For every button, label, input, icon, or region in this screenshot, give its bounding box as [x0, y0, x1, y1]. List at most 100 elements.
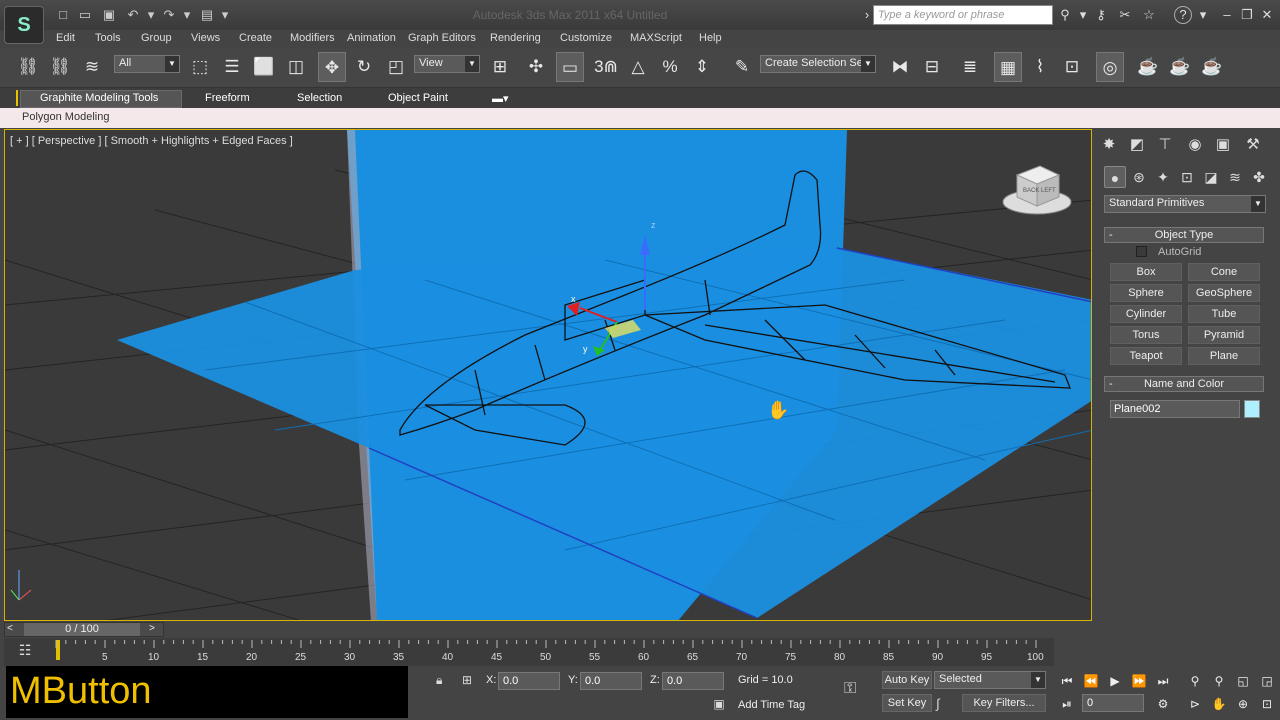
- utilities-panel-tab-icon[interactable]: ⚒: [1242, 134, 1264, 156]
- save-icon[interactable]: ▣: [100, 6, 118, 24]
- render-setup-icon[interactable]: ☕: [1134, 52, 1162, 82]
- menu-views[interactable]: Views: [191, 32, 220, 44]
- spinner-snap-icon[interactable]: ⇕: [688, 52, 716, 82]
- redo-icon[interactable]: ↷: [160, 6, 178, 24]
- pivot-center-icon[interactable]: ⊞: [486, 52, 514, 82]
- play-icon[interactable]: ▶: [1104, 671, 1126, 691]
- selection-lock-icon[interactable]: 🔒︎: [436, 673, 442, 688]
- tab-freeform[interactable]: Freeform: [205, 92, 250, 104]
- pyramid-button[interactable]: Pyramid: [1188, 326, 1260, 344]
- perspective-viewport[interactable]: z x y ✋ BACK LEFT: [4, 129, 1092, 621]
- systems-category-icon[interactable]: ✤: [1248, 166, 1270, 188]
- z-coordinate-field[interactable]: 0.0: [662, 672, 724, 690]
- rendered-frame-window-icon[interactable]: ☕: [1166, 52, 1194, 82]
- menu-create[interactable]: Create: [239, 32, 272, 44]
- undo-icon[interactable]: ↶: [124, 6, 142, 24]
- material-editor-icon[interactable]: ◎: [1096, 52, 1124, 82]
- selection-filter-dropdown[interactable]: All ▼: [114, 55, 180, 73]
- menu-maxscript[interactable]: MAXScript: [630, 32, 682, 44]
- autogrid-checkbox[interactable]: [1136, 246, 1147, 257]
- app-logo-button[interactable]: S: [4, 6, 44, 44]
- menu-edit[interactable]: Edit: [56, 32, 75, 44]
- time-slider-thumb[interactable]: 0 / 100: [24, 623, 140, 636]
- previous-frame-icon[interactable]: ⏪: [1080, 671, 1102, 691]
- subscription-key-icon[interactable]: ⚷: [1092, 6, 1110, 24]
- object-type-rollout[interactable]: - Object Type: [1104, 227, 1264, 243]
- reference-coordinate-dropdown[interactable]: View ▼: [414, 55, 480, 73]
- plane-button[interactable]: Plane: [1188, 347, 1260, 365]
- space-warps-category-icon[interactable]: ≋: [1224, 166, 1246, 188]
- time-slider-next-icon[interactable]: >: [149, 623, 155, 634]
- menu-modifiers[interactable]: Modifiers: [290, 32, 335, 44]
- geometry-category-icon[interactable]: ●: [1104, 166, 1126, 188]
- angle-snap-icon[interactable]: △: [624, 52, 652, 82]
- redo-dropdown-icon[interactable]: ▾: [178, 6, 196, 24]
- close-icon[interactable]: ✕: [1258, 6, 1276, 24]
- viewcube[interactable]: BACK LEFT: [1002, 165, 1072, 215]
- default-tangents-icon[interactable]: ∫: [936, 696, 940, 711]
- render-production-icon[interactable]: ☕: [1198, 52, 1226, 82]
- select-by-name-icon[interactable]: ☰: [218, 52, 246, 82]
- graphite-modeling-toggle-icon[interactable]: ▦: [994, 52, 1022, 82]
- set-key-mode-key-icon[interactable]: ⚿: [844, 680, 856, 698]
- object-color-swatch[interactable]: [1244, 400, 1260, 418]
- open-mini-curve-editor-icon[interactable]: ☷: [14, 642, 36, 662]
- maximize-viewport-icon[interactable]: ⊡: [1256, 694, 1278, 714]
- edit-named-selection-icon[interactable]: ✎: [728, 52, 756, 82]
- pan-view-icon[interactable]: ✋: [1208, 694, 1230, 714]
- favorites-star-icon[interactable]: ☆: [1140, 6, 1158, 24]
- menu-group[interactable]: Group: [141, 32, 172, 44]
- select-and-manipulate-icon[interactable]: ✣: [522, 52, 550, 82]
- geosphere-button[interactable]: GeoSphere: [1188, 284, 1260, 302]
- align-icon[interactable]: ⊟: [918, 52, 946, 82]
- tab-selection[interactable]: Selection: [297, 92, 342, 104]
- next-frame-icon[interactable]: ⏩: [1128, 671, 1150, 691]
- key-filters-button[interactable]: Key Filters...: [962, 694, 1046, 712]
- select-object-icon[interactable]: ⬚: [186, 52, 214, 82]
- minimize-icon[interactable]: –: [1218, 6, 1236, 24]
- mirror-icon[interactable]: ⧓: [886, 52, 914, 82]
- curve-editor-icon[interactable]: ⌇: [1026, 52, 1054, 82]
- set-key-button[interactable]: Set Key: [882, 694, 932, 712]
- field-of-view-icon[interactable]: ⊳: [1184, 694, 1206, 714]
- cameras-category-icon[interactable]: ⊡: [1176, 166, 1198, 188]
- menu-customize[interactable]: Customize: [560, 32, 612, 44]
- hierarchy-panel-tab-icon[interactable]: ⊤: [1154, 134, 1176, 156]
- search-dropdown-icon[interactable]: ▾: [1074, 6, 1092, 24]
- tube-button[interactable]: Tube: [1188, 305, 1260, 323]
- go-to-start-icon[interactable]: ⏮: [1056, 671, 1078, 691]
- auto-key-button[interactable]: Auto Key: [882, 671, 932, 689]
- time-configuration-icon[interactable]: ⚙: [1152, 694, 1174, 714]
- menu-rendering[interactable]: Rendering: [490, 32, 541, 44]
- zoom-extents-icon[interactable]: ◱: [1232, 671, 1254, 691]
- menu-animation[interactable]: Animation: [347, 32, 396, 44]
- time-slider-prev-icon[interactable]: <: [7, 623, 13, 634]
- rectangular-selection-icon[interactable]: ⬜: [250, 52, 278, 82]
- unlink-selection-icon[interactable]: ⛓: [46, 52, 74, 82]
- viewport-label[interactable]: [ + ] [ Perspective ] [ Smooth + Highlig…: [10, 135, 293, 147]
- layer-manager-icon[interactable]: ≣: [956, 52, 984, 82]
- menu-graph-editors[interactable]: Graph Editors: [408, 32, 476, 44]
- communication-center-icon[interactable]: ✂: [1116, 6, 1134, 24]
- zoom-all-icon[interactable]: ⚲: [1208, 671, 1230, 691]
- help-dropdown-icon[interactable]: ▾: [1194, 6, 1212, 24]
- keyboard-shortcut-override-icon[interactable]: ▭: [556, 52, 584, 82]
- motion-panel-tab-icon[interactable]: ◉: [1184, 134, 1206, 156]
- project-folder-icon[interactable]: ▤: [198, 6, 216, 24]
- key-mode-toggle-icon[interactable]: ⏯: [1056, 694, 1078, 714]
- y-coordinate-field[interactable]: 0.0: [580, 672, 642, 690]
- box-button[interactable]: Box: [1110, 263, 1182, 281]
- new-file-icon[interactable]: □: [54, 6, 72, 24]
- bind-to-space-warp-icon[interactable]: ≋: [78, 52, 106, 82]
- polygon-modeling-panel-label[interactable]: Polygon Modeling: [22, 111, 109, 123]
- open-file-icon[interactable]: ▭: [76, 6, 94, 24]
- select-and-link-icon[interactable]: ⛓: [14, 52, 42, 82]
- help-icon[interactable]: ?: [1174, 6, 1192, 24]
- torus-button[interactable]: Torus: [1110, 326, 1182, 344]
- ribbon-options-icon[interactable]: ▬▾: [492, 92, 509, 105]
- zoom-extents-all-icon[interactable]: ◲: [1256, 671, 1278, 691]
- sphere-button[interactable]: Sphere: [1110, 284, 1182, 302]
- search-input[interactable]: Type a keyword or phrase: [873, 5, 1053, 25]
- lights-category-icon[interactable]: ✦: [1152, 166, 1174, 188]
- menu-tools[interactable]: Tools: [95, 32, 121, 44]
